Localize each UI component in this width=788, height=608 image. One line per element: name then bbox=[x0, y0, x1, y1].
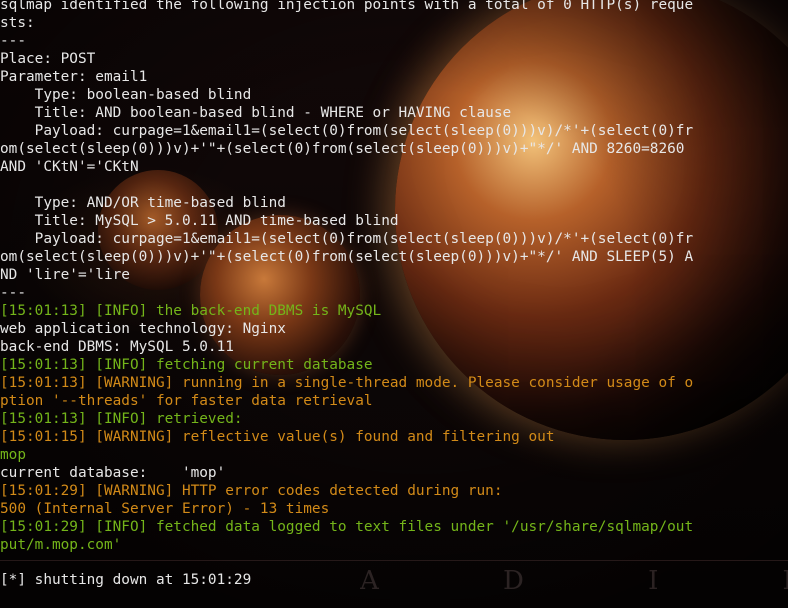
terminal-line: AND 'CKtN'='CKtN bbox=[0, 159, 139, 175]
terminal-line: [15:01:13] [INFO] retrieved: bbox=[0, 411, 243, 427]
terminal-line: [15:01:29] [WARNING] HTTP error codes de… bbox=[0, 483, 503, 499]
terminal-line: --- bbox=[0, 285, 26, 301]
terminal-line: put/m.mop.com' bbox=[0, 537, 122, 553]
terminal-line: current database: 'mop' bbox=[0, 465, 226, 481]
terminal-line: Type: AND/OR time-based blind bbox=[0, 195, 286, 211]
terminal-line: [15:01:13] [INFO] fetching current datab… bbox=[0, 357, 373, 373]
terminal-line: [15:01:15] [WARNING] reflective value(s)… bbox=[0, 429, 555, 445]
terminal-output[interactable]: sqlmap identified the following injectio… bbox=[0, 0, 788, 566]
terminal-line: [15:01:13] [WARNING] running in a single… bbox=[0, 375, 694, 391]
terminal-line: --- bbox=[0, 33, 26, 49]
terminal-line: om(select(sleep(0)))v)+'"+(select(0)from… bbox=[0, 249, 694, 265]
terminal-line: sts: bbox=[0, 15, 35, 31]
terminal-line: Place: POST bbox=[0, 51, 96, 67]
terminal-line: Title: AND boolean-based blind - WHERE o… bbox=[0, 105, 512, 121]
terminal-line: web application technology: Nginx bbox=[0, 321, 286, 337]
terminal-divider bbox=[0, 560, 788, 561]
terminal-line: ND 'lire'='lire bbox=[0, 267, 130, 283]
terminal-line: ption '--threads' for faster data retrie… bbox=[0, 393, 373, 409]
terminal-line: Payload: curpage=1&email1=(select(0)from… bbox=[0, 123, 694, 139]
terminal-prompt-line[interactable]: [*] shutting down at 15:01:29 bbox=[0, 571, 788, 589]
terminal-line: [15:01:29] [INFO] fetched data logged to… bbox=[0, 519, 694, 535]
terminal-line: Payload: curpage=1&email1=(select(0)from… bbox=[0, 231, 694, 247]
terminal-line: om(select(sleep(0)))v)+'"+(select(0)from… bbox=[0, 141, 685, 157]
terminal-line: mop bbox=[0, 447, 26, 463]
terminal-line: Parameter: email1 bbox=[0, 69, 148, 85]
terminal-line: sqlmap identified the following injectio… bbox=[0, 0, 694, 13]
terminal-line: Type: boolean-based blind bbox=[0, 87, 252, 103]
terminal-line: [15:01:13] [INFO] the back-end DBMS is M… bbox=[0, 303, 382, 319]
terminal-line: Title: MySQL > 5.0.11 AND time-based bli… bbox=[0, 213, 399, 229]
terminal-line: back-end DBMS: MySQL 5.0.11 bbox=[0, 339, 234, 355]
terminal-line: 500 (Internal Server Error) - 13 times bbox=[0, 501, 330, 517]
